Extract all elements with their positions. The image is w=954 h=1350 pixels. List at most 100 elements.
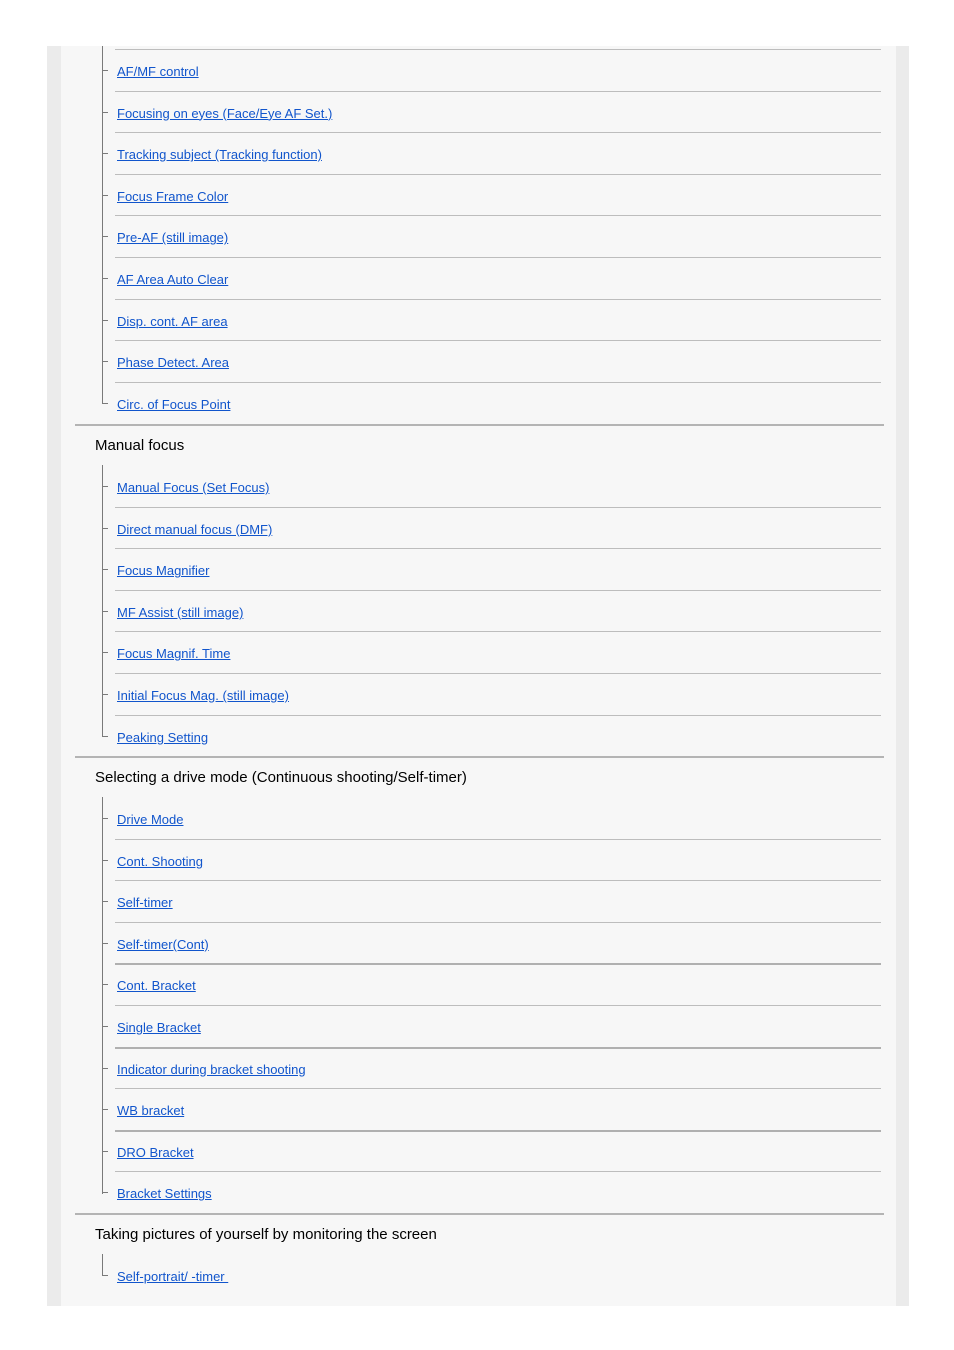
item-separator: [115, 298, 881, 300]
tree-branch: [102, 319, 108, 321]
link-cont-shooting[interactable]: Cont. Shooting: [117, 854, 203, 869]
tree-branch: [102, 652, 108, 654]
list-item: Drive Mode: [102, 797, 884, 839]
tree-branch: [102, 1109, 108, 1111]
table-of-contents: AF/MF control Focusing on eyes (Face/Eye…: [75, 46, 884, 1304]
tree-branch: [102, 901, 108, 903]
tree-branch: [102, 1275, 108, 1276]
item-separator: [115, 173, 881, 175]
tree-branch: [102, 1067, 108, 1069]
link-focusing-on-eyes[interactable]: Focusing on eyes (Face/Eye AF Set.): [117, 106, 332, 121]
link-tracking-subject[interactable]: Tracking subject (Tracking function): [117, 147, 322, 162]
section-title: Selecting a drive mode (Continuous shoot…: [95, 769, 467, 786]
link-focus-frame-color[interactable]: Focus Frame Color: [117, 189, 228, 204]
item-separator: [115, 381, 881, 383]
item-separator: [115, 714, 881, 716]
list-item: Focus Magnif. Time: [102, 631, 884, 673]
item-separator: [115, 1088, 881, 1090]
tree-branch: [102, 236, 108, 238]
link-cont-bracket[interactable]: Cont. Bracket: [117, 978, 196, 993]
list-item: Self-timer(Cont): [102, 921, 884, 964]
toc-list: AF/MF control Focusing on eyes (Face/Eye…: [102, 46, 884, 424]
link-disp-cont-af-area[interactable]: Disp. cont. AF area: [117, 314, 228, 329]
link-wb-bracket[interactable]: WB bracket: [117, 1103, 184, 1118]
tree-branch: [102, 859, 108, 861]
link-initial-focus-mag[interactable]: Initial Focus Mag. (still image): [117, 688, 289, 703]
link-drive-mode[interactable]: Drive Mode: [117, 812, 183, 827]
section-title: Manual focus: [95, 437, 185, 454]
tree-branch: [102, 818, 108, 819]
panel-right-border: [896, 46, 909, 1306]
item-separator: [115, 548, 881, 550]
tree-branch: [102, 693, 108, 695]
link-bracket-settings[interactable]: Bracket Settings: [117, 1186, 212, 1201]
item-separator: [115, 506, 881, 508]
tree-branch: [102, 402, 108, 404]
list-item: Manual Focus (Set Focus): [102, 465, 884, 507]
section-title: Taking pictures of yourself by monitorin…: [95, 1226, 437, 1243]
tree-branch: [102, 153, 108, 155]
toc-list: Manual Focus (Set Focus) Direct manual f…: [102, 465, 884, 756]
link-self-portrait-timer[interactable]: Self-portrait/ -timer: [117, 1269, 228, 1284]
tree-branch: [102, 277, 108, 279]
item-separator: [115, 1171, 881, 1173]
item-separator: [115, 256, 881, 258]
list-item: Direct manual focus (DMF): [102, 506, 884, 549]
tree-branch: [102, 942, 108, 944]
tree-branch: [102, 610, 108, 612]
tree-branch: [102, 1150, 108, 1152]
toc-group-self-portrait: Taking pictures of yourself by monitorin…: [75, 1213, 884, 1304]
tree-branch: [102, 735, 108, 737]
list-item: Disp. cont. AF area: [102, 298, 884, 341]
list-item: MF Assist (still image): [102, 589, 884, 632]
tree-branch: [102, 361, 108, 363]
item-separator: [115, 963, 881, 966]
link-mf-assist[interactable]: MF Assist (still image): [117, 605, 243, 620]
item-separator: [115, 672, 881, 674]
link-focus-magnifier[interactable]: Focus Magnifier: [117, 563, 209, 578]
list-item: Circ. of Focus Point: [102, 381, 884, 424]
item-separator: [115, 589, 881, 591]
list-item: Tracking subject (Tracking function): [102, 132, 884, 174]
tree-branch: [102, 984, 108, 986]
toc-list: Drive Mode Cont. Shooting Self-timer Sel…: [102, 797, 884, 1213]
list-item: DRO Bracket: [102, 1129, 884, 1172]
list-item: Single Bracket: [102, 1004, 884, 1047]
list-item: AF/MF control: [102, 49, 884, 91]
link-af-mf-control[interactable]: AF/MF control: [117, 64, 199, 79]
link-focus-magnif-time[interactable]: Focus Magnif. Time: [117, 646, 230, 661]
link-dro-bracket[interactable]: DRO Bracket: [117, 1145, 194, 1160]
link-single-bracket[interactable]: Single Bracket: [117, 1020, 201, 1035]
list-item: Self-timer: [102, 880, 884, 922]
link-manual-focus[interactable]: Manual Focus (Set Focus): [117, 480, 269, 495]
link-peaking-setting[interactable]: Peaking Setting: [117, 730, 208, 745]
item-separator: [115, 838, 881, 840]
link-phase-detect-area[interactable]: Phase Detect. Area: [117, 355, 229, 370]
tree-branch: [102, 194, 108, 196]
item-separator: [115, 90, 881, 92]
toc-group-drive-mode: Selecting a drive mode (Continuous shoot…: [75, 756, 884, 1213]
link-direct-manual-focus[interactable]: Direct manual focus (DMF): [117, 522, 272, 537]
list-item: WB bracket: [102, 1088, 884, 1130]
item-separator: [115, 921, 881, 923]
toc-list: Self-portrait/ -timer: [102, 1254, 884, 1304]
tree-branch: [102, 569, 108, 571]
link-pre-af[interactable]: Pre-AF (still image): [117, 230, 228, 245]
link-af-area-auto-clear[interactable]: AF Area Auto Clear: [117, 272, 228, 287]
list-item: Bracket Settings: [102, 1171, 884, 1213]
item-separator: [115, 631, 881, 633]
list-item: AF Area Auto Clear: [102, 256, 884, 299]
link-self-timer[interactable]: Self-timer: [117, 895, 173, 910]
panel-left-border: [47, 46, 61, 1306]
toc-group-manual-focus: Manual focus Manual Focus (Set Focus) Di…: [75, 424, 884, 756]
item-separator: [115, 215, 881, 217]
link-self-timer-cont[interactable]: Self-timer(Cont): [117, 937, 209, 952]
list-item: Peaking Setting: [102, 714, 884, 757]
tree-branch: [102, 1025, 108, 1027]
list-item: Focus Magnifier: [102, 548, 884, 590]
link-indicator-bracket-shooting[interactable]: Indicator during bracket shooting: [117, 1062, 306, 1077]
item-separator: [115, 340, 881, 342]
tree-branch: [102, 486, 108, 487]
item-separator: [115, 132, 881, 134]
link-circ-of-focus-point[interactable]: Circ. of Focus Point: [117, 397, 230, 412]
